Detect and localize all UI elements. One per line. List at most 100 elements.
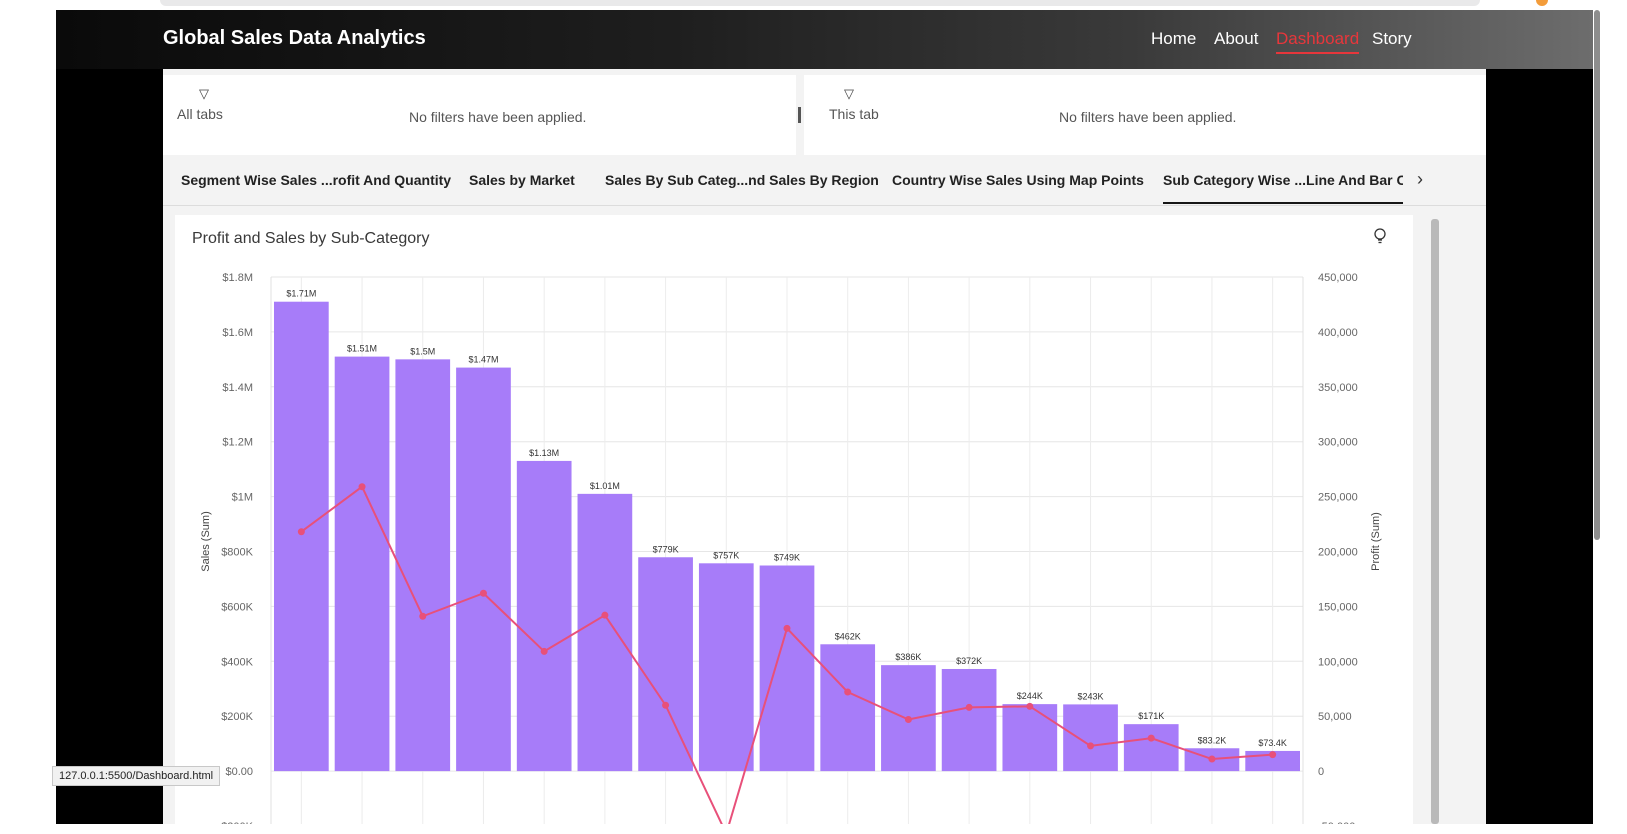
bar-value-label: $1.51M	[347, 344, 377, 354]
y-tick-label: $1.8M	[222, 272, 253, 284]
tab-sales-by-market[interactable]: Sales by Market	[469, 172, 575, 188]
y-tick-label: $1.4M	[222, 382, 253, 394]
sales-bar	[638, 557, 693, 772]
bar-value-label: $171K	[1138, 711, 1164, 721]
sales-bar	[698, 563, 754, 772]
y2-tick-label: 100,000	[1318, 656, 1358, 668]
bar-value-label: $1.71M	[286, 289, 316, 299]
y-axis-title: Sales (Sum)	[200, 511, 212, 572]
bar-value-label: $73.4K	[1258, 738, 1287, 748]
nav-home-link[interactable]: Home	[1151, 29, 1196, 49]
report-tabs: Segment Wise Sales ...rofit And Quantity…	[163, 155, 1486, 206]
sales-bar	[456, 367, 511, 772]
y2-tick-label: 400,000	[1318, 327, 1358, 339]
bar-value-label: $757K	[713, 550, 739, 560]
profit-point	[479, 589, 487, 597]
y2-tick-label: 300,000	[1318, 437, 1358, 449]
browser-address-bar[interactable]	[160, 0, 1480, 6]
y2-tick-label: 0	[1318, 766, 1324, 778]
tab-country-wise-sales[interactable]: Country Wise Sales Using Map Points	[892, 172, 1144, 188]
sales-bar	[334, 356, 390, 772]
y2-tick-label: 450,000	[1318, 272, 1358, 284]
bar-value-label: $1.47M	[468, 355, 498, 365]
y-tick-label: $400K	[221, 656, 253, 668]
bar-value-label: $372K	[956, 656, 982, 666]
filter-message: No filters have been applied.	[409, 109, 587, 125]
profit-point	[783, 624, 791, 632]
bar-value-label: $83.2K	[1198, 735, 1227, 745]
y2-axis-title: Profit (Sum)	[1370, 512, 1382, 571]
sales-bar	[1002, 704, 1058, 772]
y2-tick-label: 250,000	[1318, 492, 1358, 504]
tab-segment-wise-sales[interactable]: Segment Wise Sales ...rofit And Quantity	[181, 172, 451, 188]
sales-bar	[577, 493, 633, 772]
tab-sales-by-sub-category[interactable]: Sales By Sub Categ...nd Sales By Region	[605, 172, 879, 188]
profit-point	[1269, 751, 1277, 759]
sales-bar	[820, 644, 876, 772]
y2-tick-label: 350,000	[1318, 382, 1358, 394]
profit-point	[601, 611, 609, 619]
bar-value-label: $1.13M	[529, 448, 559, 458]
filter-message: No filters have been applied.	[1059, 109, 1237, 125]
right-gutter	[1486, 69, 1593, 824]
bar-value-label: $749K	[774, 552, 800, 562]
top-navbar: Global Sales Data Analytics Home About D…	[56, 10, 1593, 69]
y2-tick-label: 150,000	[1318, 601, 1358, 613]
y-tick-label: $0.00	[225, 766, 253, 778]
page-margin-left	[0, 0, 56, 834]
y-tick-label: $1M	[232, 492, 253, 504]
bar-value-label: $1.01M	[590, 481, 620, 491]
filter-divider	[798, 107, 801, 123]
bar-value-label: $779K	[653, 544, 679, 554]
bar-value-label: $243K	[1078, 691, 1104, 701]
filter-panel-all-tabs[interactable]: ▽ All tabs No filters have been applied.	[163, 75, 796, 155]
y-tick-label: $1.6M	[222, 327, 253, 339]
y-tick-label: -$200K	[218, 821, 254, 824]
dashboard-content: ▽ All tabs No filters have been applied.…	[163, 69, 1486, 824]
bar-value-label: $386K	[895, 652, 921, 662]
sales-bar	[941, 668, 997, 772]
profit-point	[662, 701, 670, 709]
profit-point	[1026, 702, 1034, 710]
nav-dashboard-link[interactable]: Dashboard	[1276, 29, 1360, 54]
bar-value-label: $1.5M	[410, 346, 435, 356]
y-tick-label: $1.2M	[222, 437, 253, 449]
nav-about-link[interactable]: About	[1214, 29, 1258, 49]
y2-tick-label: 200,000	[1318, 547, 1358, 559]
active-tab-clip: Sub Category Wise ...Line And Bar Chart	[1163, 155, 1403, 205]
y-tick-label: $800K	[221, 547, 253, 559]
filter-scope-label: This tab	[829, 106, 879, 122]
sales-bar	[516, 460, 572, 772]
tabs-next-chevron-icon[interactable]: ›	[1403, 155, 1437, 205]
chart-scroll-thumb[interactable]	[1431, 219, 1439, 824]
filter-panel-this-tab[interactable]: ▽ This tab No filters have been applied.	[804, 75, 1486, 155]
filter-scope-label: All tabs	[177, 106, 223, 122]
tabs-filler	[1437, 155, 1486, 205]
y2-tick-label: -50,000	[1318, 821, 1355, 824]
nav-story-link[interactable]: Story	[1372, 29, 1412, 49]
sales-bar	[1123, 724, 1179, 772]
app-frame: Global Sales Data Analytics Home About D…	[56, 10, 1593, 824]
filter-icon: ▽	[199, 86, 209, 101]
sales-bar	[274, 301, 329, 772]
combo-chart: $1.71M $1.51M $1.5M $1.47M $1.13M $1.01M $779K…	[200, 272, 1382, 824]
profit-point	[1087, 742, 1095, 750]
y2-tick-label: 50,000	[1318, 711, 1352, 723]
sales-bar	[759, 565, 815, 772]
profit-point	[965, 703, 973, 711]
profit-point	[844, 688, 852, 696]
tab-sub-category-wise[interactable]: Sub Category Wise ...Line And Bar Chart	[1163, 172, 1403, 204]
bar-value-label: $462K	[835, 631, 861, 641]
y-tick-label: $600K	[221, 601, 253, 613]
profit-point	[1208, 755, 1216, 763]
chart-card: Profit and Sales by Sub-Category $1.71M $…	[175, 215, 1413, 824]
profit-point	[358, 483, 366, 491]
filter-icon: ▽	[844, 86, 854, 101]
profit-point	[904, 715, 912, 723]
y-tick-label: $200K	[221, 711, 253, 723]
app-title: Global Sales Data Analytics	[163, 27, 426, 49]
profit-point	[540, 647, 548, 655]
profit-point	[419, 612, 427, 620]
page-scrollbar[interactable]	[1594, 10, 1600, 540]
bar-value-label: $244K	[1017, 691, 1043, 701]
